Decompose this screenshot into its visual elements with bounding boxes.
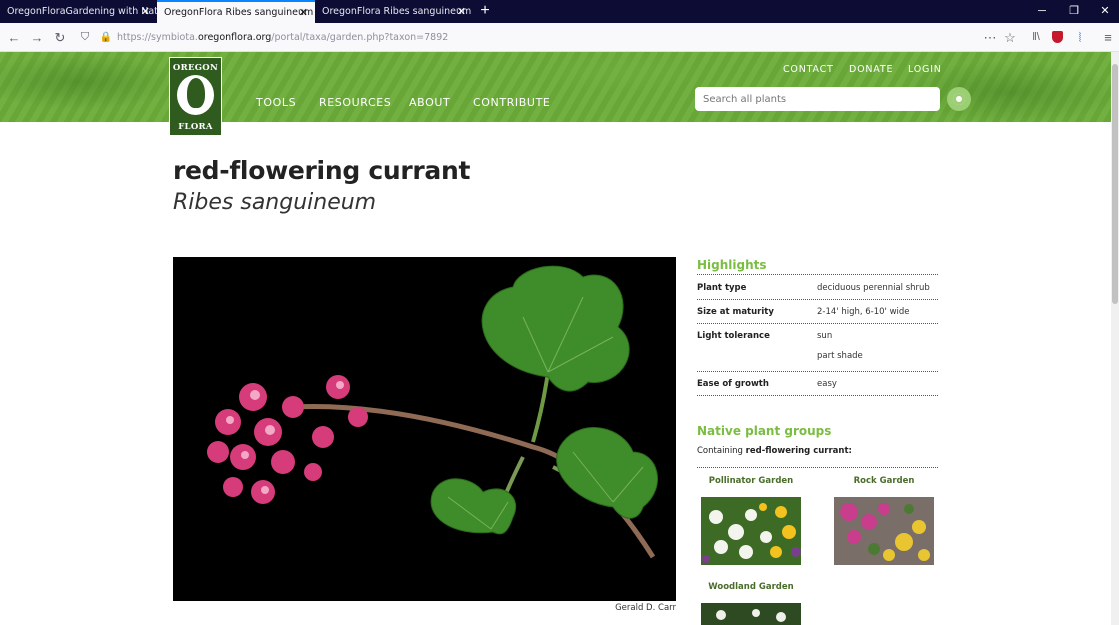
divider bbox=[697, 323, 938, 324]
scrollbar-thumb[interactable] bbox=[1112, 64, 1118, 304]
ublock-extension-icon[interactable] bbox=[1052, 31, 1063, 43]
divider bbox=[697, 467, 938, 468]
oregonflora-logo[interactable]: OREGON FLORA bbox=[169, 57, 222, 136]
scientific-name: Ribes sanguineum bbox=[173, 190, 377, 215]
highlight-label: Size at maturity bbox=[697, 307, 774, 317]
link-contact[interactable]: CONTACT bbox=[783, 64, 834, 75]
new-tab-plus-icon[interactable]: + bbox=[477, 0, 493, 23]
highlight-value: deciduous perennial shrub bbox=[817, 283, 930, 293]
minimize-icon[interactable]: ─ bbox=[1026, 0, 1058, 23]
logo-text-bottom: FLORA bbox=[178, 122, 213, 132]
link-donate[interactable]: DONATE bbox=[849, 64, 893, 75]
browser-tab-strip: OregonFloraGardening with Native ✕ Orego… bbox=[0, 0, 1119, 23]
close-icon[interactable]: ✕ bbox=[141, 0, 150, 23]
restore-icon[interactable]: ❐ bbox=[1058, 0, 1090, 23]
containing-prefix: Containing bbox=[697, 446, 746, 456]
containing-text: Containing red-flowering currant: bbox=[697, 446, 852, 456]
close-icon[interactable]: ✕ bbox=[457, 0, 466, 23]
tab-title: OregonFlora Ribes sanguineum bbox=[322, 6, 472, 17]
group-image-woodland[interactable] bbox=[701, 603, 801, 625]
window-close-icon[interactable]: ✕ bbox=[1089, 0, 1119, 23]
site-header bbox=[0, 52, 1111, 122]
logo-text-top: OREGON bbox=[172, 63, 219, 73]
group-image-rock[interactable] bbox=[834, 497, 934, 565]
link-login[interactable]: LOGIN bbox=[908, 64, 942, 75]
lock-icon[interactable]: 🔒 bbox=[97, 23, 115, 52]
plant-photo[interactable] bbox=[173, 257, 676, 601]
browser-tab[interactable]: OregonFlora Ribes sanguineum ✕ bbox=[315, 0, 473, 23]
highlight-label: Ease of growth bbox=[697, 379, 769, 389]
back-arrow-icon[interactable]: ← bbox=[5, 23, 23, 52]
extension-icon[interactable]: ⦚ bbox=[1071, 23, 1089, 52]
group-title-rock[interactable]: Rock Garden bbox=[834, 476, 934, 486]
photo-credit: Gerald D. Carr bbox=[615, 603, 676, 613]
tracking-shield-icon[interactable]: ⛉ bbox=[76, 23, 94, 52]
highlight-value: part shade bbox=[817, 351, 863, 361]
groups-heading: Native plant groups bbox=[697, 424, 832, 438]
common-name-title: red-flowering currant bbox=[173, 156, 471, 185]
browser-toolbar: ← → ↻ ⛉ 🔒 https://symbiota.oregonflora.o… bbox=[0, 23, 1119, 52]
address-bar[interactable]: https://symbiota.oregonflora.org/portal/… bbox=[117, 23, 448, 52]
highlight-value: 2-14' high, 6-10' wide bbox=[817, 307, 910, 317]
highlight-label: Light tolerance bbox=[697, 331, 770, 341]
nav-tools[interactable]: TOOLS bbox=[256, 96, 296, 109]
reload-icon[interactable]: ↻ bbox=[51, 23, 69, 52]
group-title-pollinator[interactable]: Pollinator Garden bbox=[701, 476, 801, 486]
divider bbox=[697, 274, 938, 275]
url-path: /portal/taxa/garden.php?taxon=7892 bbox=[271, 32, 449, 43]
highlight-value: sun bbox=[817, 331, 833, 341]
group-title-woodland[interactable]: Woodland Garden bbox=[701, 582, 801, 592]
highlight-value: easy bbox=[817, 379, 837, 389]
rock-garden-thumbnail bbox=[834, 497, 934, 565]
page-actions-icon[interactable]: ⋯ bbox=[981, 23, 999, 52]
search-input[interactable] bbox=[695, 87, 940, 111]
group-image-pollinator[interactable] bbox=[701, 497, 801, 565]
menu-hamburger-icon[interactable]: ≡ bbox=[1099, 23, 1117, 52]
browser-tab[interactable]: OregonFloraGardening with Native ✕ bbox=[0, 0, 157, 23]
tab-title: OregonFlora Ribes sanguineum bbox=[164, 7, 314, 18]
forward-arrow-icon[interactable]: → bbox=[28, 23, 46, 52]
bookmark-star-icon[interactable]: ☆ bbox=[1001, 23, 1019, 52]
containing-plant: red-flowering currant: bbox=[745, 446, 852, 456]
tab-title: OregonFloraGardening with Native bbox=[7, 6, 157, 17]
nav-contribute[interactable]: CONTRIBUTE bbox=[473, 96, 550, 109]
nav-resources[interactable]: RESOURCES bbox=[319, 96, 391, 109]
search-button[interactable] bbox=[947, 87, 971, 111]
page-scrollbar[interactable] bbox=[1111, 52, 1119, 625]
library-icon[interactable]: ‖\ bbox=[1027, 23, 1045, 52]
pollinator-garden-thumbnail bbox=[701, 497, 801, 565]
nav-about[interactable]: ABOUT bbox=[409, 96, 450, 109]
lily-icon bbox=[187, 78, 205, 108]
highlight-label: Plant type bbox=[697, 283, 747, 293]
divider bbox=[697, 395, 938, 396]
url-prefix: https://symbiota. bbox=[117, 32, 198, 43]
woodland-garden-thumbnail bbox=[701, 603, 801, 625]
highlights-heading: Highlights bbox=[697, 258, 767, 272]
browser-tab-active[interactable]: OregonFlora Ribes sanguineum ✕ bbox=[157, 0, 315, 23]
close-icon[interactable]: ✕ bbox=[299, 2, 308, 23]
divider bbox=[697, 371, 938, 372]
divider bbox=[697, 299, 938, 300]
currant-illustration bbox=[173, 257, 676, 601]
url-domain: oregonflora.org bbox=[197, 32, 272, 43]
